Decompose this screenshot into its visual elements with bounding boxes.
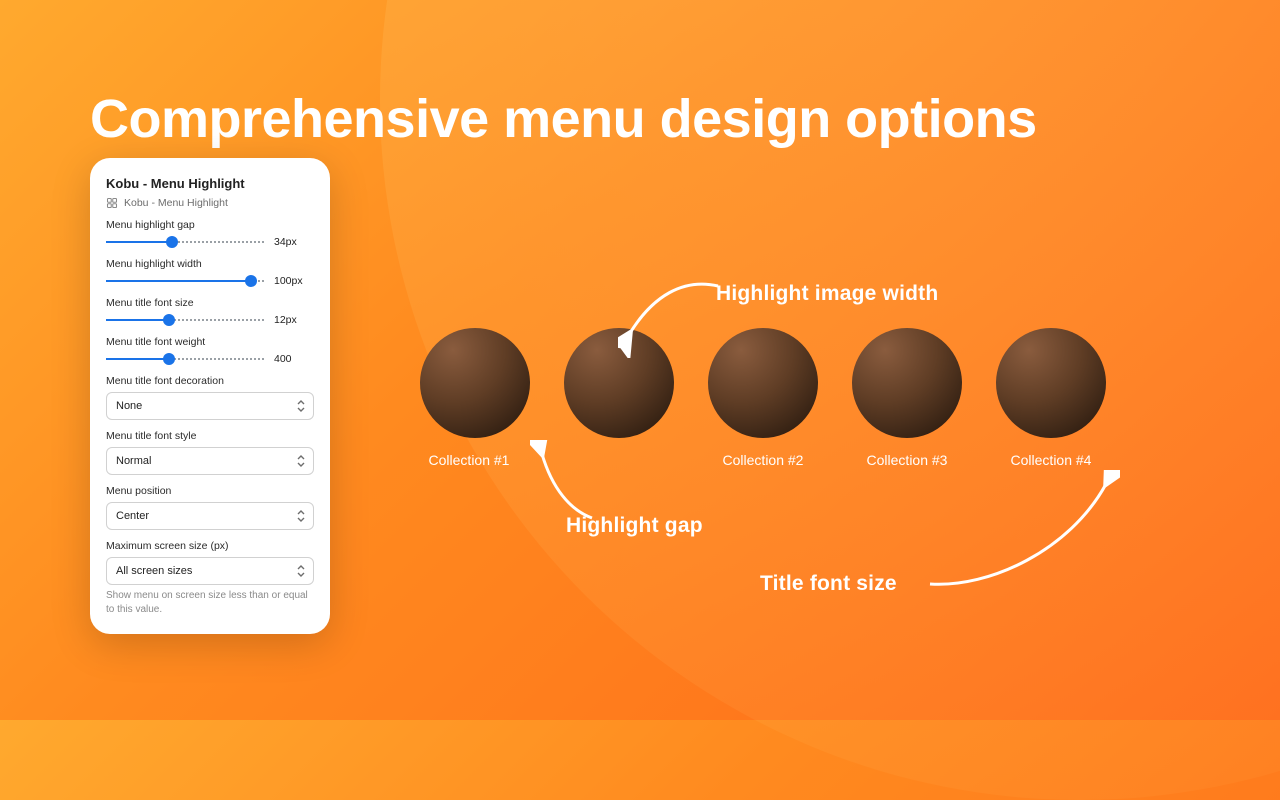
select-field-max-screen: Maximum screen size (px) All screen size…: [106, 540, 314, 616]
slider-field-title-font-size: Menu title font size 12px: [106, 297, 314, 326]
collection-label: Collection #3: [867, 452, 948, 468]
collection-image: [852, 328, 962, 438]
collection-label: Collection #4: [1011, 452, 1092, 468]
settings-panel: Kobu - Menu Highlight Kobu - Menu Highli…: [90, 158, 330, 634]
slider-fill: [106, 280, 251, 282]
style-select[interactable]: Normal: [106, 447, 314, 475]
collection-label: Collection #1: [429, 452, 510, 468]
layout-icon: [106, 197, 118, 209]
select-value: Center: [116, 510, 149, 522]
select-field-position: Menu position Center: [106, 485, 314, 530]
panel-title: Kobu - Menu Highlight: [106, 176, 314, 191]
slider-value: 12px: [274, 314, 314, 326]
collection-chip[interactable]: Collection #2: [708, 328, 818, 468]
slider-thumb[interactable]: [163, 314, 175, 326]
select-value: All screen sizes: [116, 565, 192, 577]
field-label: Menu title font style: [106, 430, 314, 442]
caret-updown-icon: [297, 400, 305, 412]
field-label: Menu highlight gap: [106, 219, 314, 231]
collection-image: [708, 328, 818, 438]
caret-updown-icon: [297, 565, 305, 577]
slider-value: 400: [274, 353, 314, 365]
menu-preview: Collection #1 Collection #2 Collection #…: [420, 328, 1106, 468]
collection-image: [420, 328, 530, 438]
decoration-select[interactable]: None: [106, 392, 314, 420]
panel-breadcrumb[interactable]: Kobu - Menu Highlight: [106, 197, 314, 209]
annotation-highlight-width: Highlight image width: [716, 282, 938, 306]
collection-chip[interactable]: Collection #1: [420, 328, 530, 468]
collection-chip[interactable]: [564, 328, 674, 468]
caret-updown-icon: [297, 510, 305, 522]
field-label: Menu title font size: [106, 297, 314, 309]
annotation-title-font-size: Title font size: [760, 572, 897, 596]
highlight-width-slider[interactable]: [106, 275, 264, 287]
arrow-icon: [920, 470, 1120, 600]
collection-chip[interactable]: Collection #3: [852, 328, 962, 468]
slider-field-highlight-width: Menu highlight width 100px: [106, 258, 314, 287]
field-label: Maximum screen size (px): [106, 540, 314, 552]
slider-field-highlight-gap: Menu highlight gap 34px: [106, 219, 314, 248]
collection-label: Collection #2: [723, 452, 804, 468]
caret-updown-icon: [297, 455, 305, 467]
slider-thumb[interactable]: [245, 275, 257, 287]
select-field-decoration: Menu title font decoration None: [106, 375, 314, 420]
slider-value: 100px: [274, 275, 314, 287]
slider-thumb[interactable]: [163, 353, 175, 365]
annotation-highlight-gap: Highlight gap: [566, 514, 703, 538]
headline: Comprehensive menu design options: [90, 88, 1037, 150]
slider-thumb[interactable]: [166, 236, 178, 248]
panel-breadcrumb-label: Kobu - Menu Highlight: [124, 197, 228, 209]
helper-text: Show menu on screen size less than or eq…: [106, 589, 314, 616]
field-label: Menu highlight width: [106, 258, 314, 270]
slider-fill: [106, 358, 169, 360]
select-value: None: [116, 400, 142, 412]
slider-fill: [106, 319, 169, 321]
field-label: Menu title font decoration: [106, 375, 314, 387]
max-screen-select[interactable]: All screen sizes: [106, 557, 314, 585]
select-value: Normal: [116, 455, 151, 467]
field-label: Menu title font weight: [106, 336, 314, 348]
collection-image: [996, 328, 1106, 438]
collection-image: [564, 328, 674, 438]
slider-value: 34px: [274, 236, 314, 248]
highlight-gap-slider[interactable]: [106, 236, 264, 248]
position-select[interactable]: Center: [106, 502, 314, 530]
collection-chip[interactable]: Collection #4: [996, 328, 1106, 468]
slider-fill: [106, 241, 172, 243]
slider-field-title-font-weight: Menu title font weight 400: [106, 336, 314, 365]
title-font-weight-slider[interactable]: [106, 353, 264, 365]
title-font-size-slider[interactable]: [106, 314, 264, 326]
field-label: Menu position: [106, 485, 314, 497]
select-field-style: Menu title font style Normal: [106, 430, 314, 475]
